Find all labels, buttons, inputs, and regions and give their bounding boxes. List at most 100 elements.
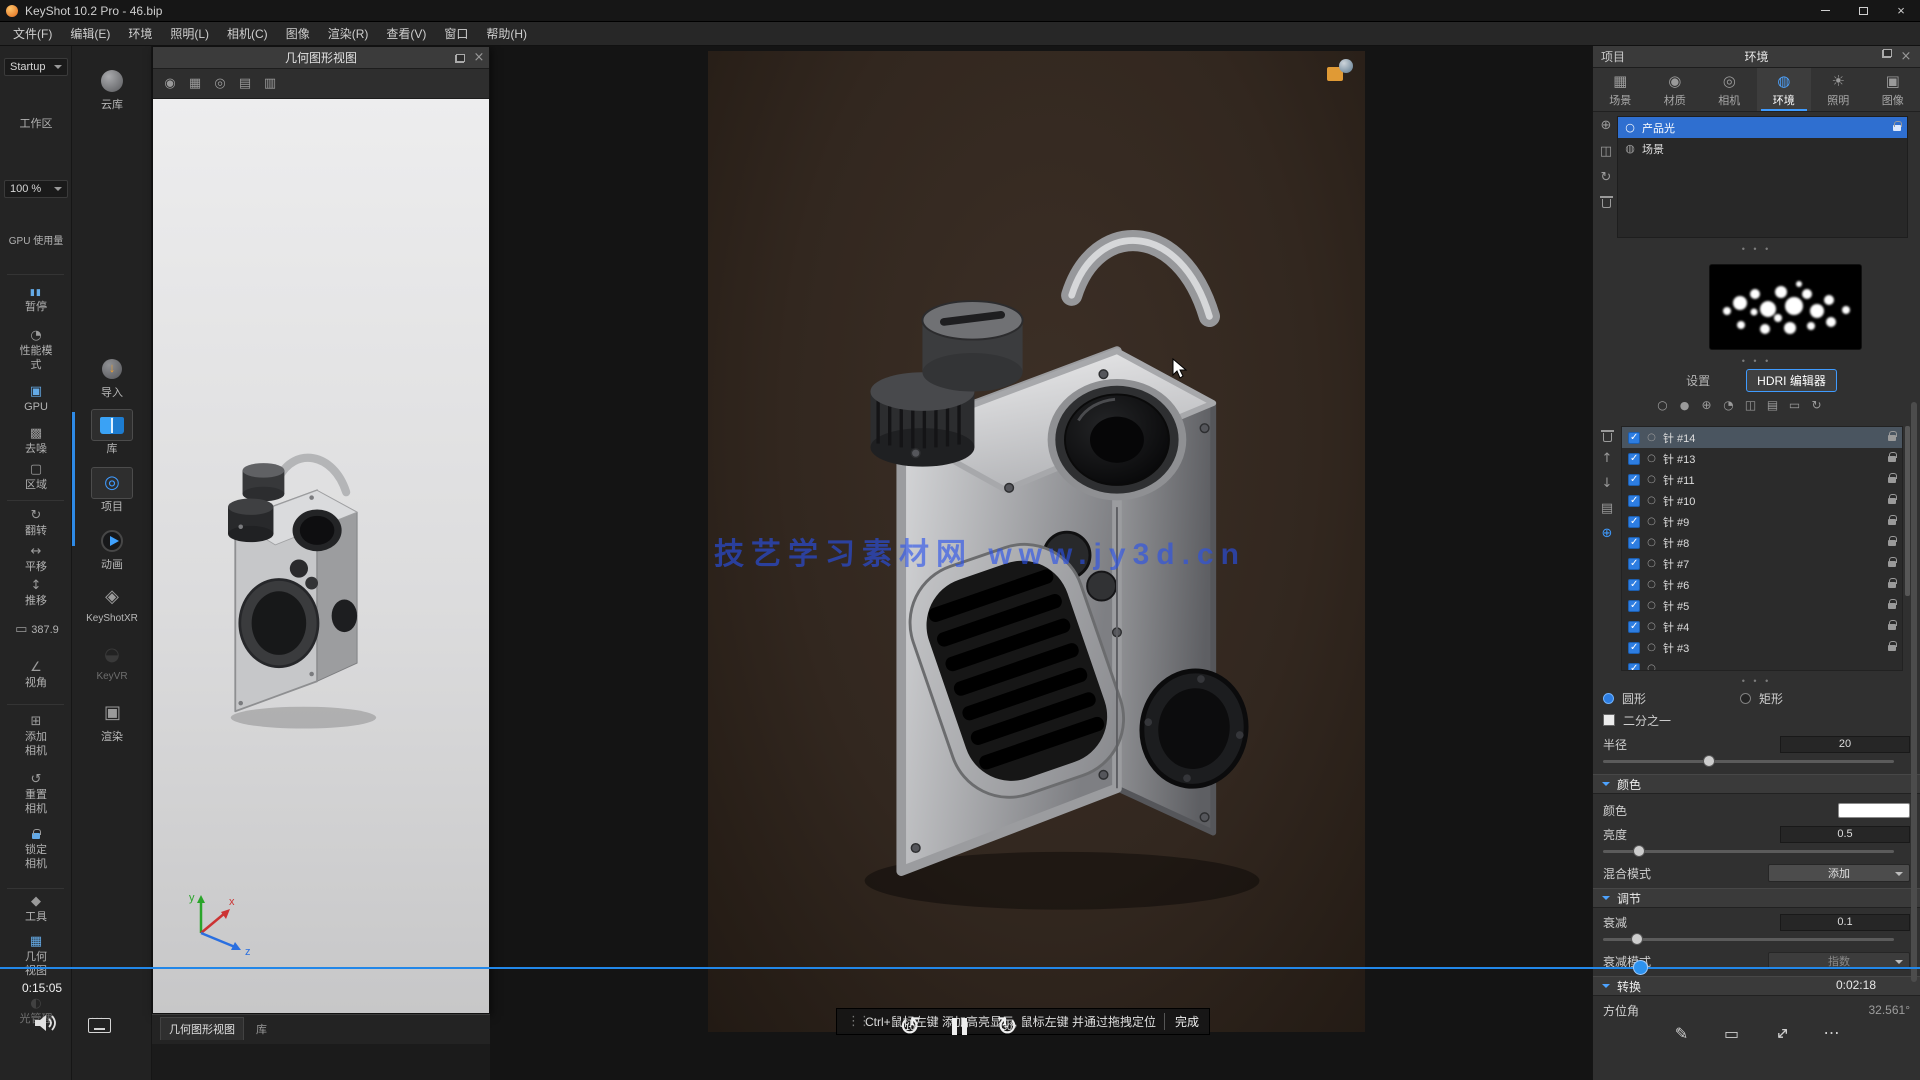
tab-image[interactable]: 图像	[1866, 68, 1920, 111]
workspace-select[interactable]: Startup	[4, 58, 68, 76]
tab-camera[interactable]: 相机	[1702, 68, 1757, 111]
tab-environment[interactable]: 环境	[1757, 68, 1812, 111]
menu-help[interactable]: 帮助(H)	[477, 22, 536, 45]
lock-camera-button[interactable]: 锁定相机	[0, 830, 72, 871]
pin-row[interactable]: 针 #5	[1622, 595, 1902, 616]
pin-row[interactable]: 针 #10	[1622, 490, 1902, 511]
add-environment-icon[interactable]	[1598, 118, 1614, 134]
menu-file[interactable]: 文件(F)	[4, 22, 61, 45]
group-icon[interactable]	[1599, 501, 1615, 517]
lock-icon[interactable]	[1888, 498, 1896, 504]
more-options-icon[interactable]	[1822, 1024, 1842, 1044]
edit-icon[interactable]	[1672, 1024, 1692, 1044]
done-button[interactable]: 完成	[1164, 1013, 1199, 1030]
pin-checkbox[interactable]	[1628, 453, 1640, 465]
pin-tool-rect-icon[interactable]	[1787, 398, 1802, 413]
menu-render[interactable]: 渲染(R)	[319, 22, 378, 45]
pin-checkbox[interactable]	[1628, 537, 1640, 549]
lock-icon[interactable]	[1888, 624, 1896, 630]
pin-row[interactable]: 针 #6	[1622, 574, 1902, 595]
minimize-button[interactable]	[1806, 0, 1844, 21]
tools-button[interactable]: 工具	[0, 894, 72, 925]
performance-mode-button[interactable]: 性能模式	[0, 328, 72, 373]
tab-hdri-editor[interactable]: HDRI 编辑器	[1746, 369, 1837, 392]
menu-edit[interactable]: 编辑(E)	[61, 22, 119, 45]
camera-icon[interactable]	[212, 76, 228, 92]
lock-icon[interactable]	[1888, 477, 1896, 483]
geometry-view-button[interactable]: 几何视图	[0, 934, 72, 979]
pin-checkbox[interactable]	[1628, 558, 1640, 570]
scene-tree-icon[interactable]	[262, 76, 278, 92]
fov-button[interactable]: 视角	[0, 660, 72, 691]
splitter-handle[interactable]	[1593, 356, 1920, 366]
render-button[interactable]: 渲染	[72, 700, 152, 744]
hdri-preview[interactable]	[1709, 264, 1862, 350]
menu-lighting[interactable]: 照明(L)	[161, 22, 218, 45]
splitter-handle[interactable]	[1593, 244, 1920, 254]
keyvr-button[interactable]: KeyVR	[72, 642, 152, 682]
timeline-handle[interactable]	[1633, 960, 1648, 975]
pin-tool-add-icon[interactable]	[1699, 398, 1714, 413]
environment-item-scene[interactable]: 场景	[1618, 138, 1907, 159]
lock-icon[interactable]	[1888, 582, 1896, 588]
pin-row[interactable]: 针 #7	[1622, 553, 1902, 574]
pin-row[interactable]: 针 #11	[1622, 469, 1902, 490]
pin-row[interactable]: 针 #9	[1622, 511, 1902, 532]
settings-icon[interactable]	[162, 76, 178, 92]
circle-radio[interactable]	[1603, 693, 1614, 704]
pin-checkbox[interactable]	[1628, 474, 1640, 486]
azimuth-value[interactable]: 32.561°	[1868, 1003, 1910, 1017]
menu-image[interactable]: 图像	[277, 22, 319, 45]
add-pin-icon[interactable]	[1599, 526, 1615, 542]
pin-tool-rotate-icon[interactable]	[1809, 398, 1824, 413]
gpu-mode-button[interactable]: GPU	[0, 384, 72, 415]
distance-field[interactable]: 387.9	[0, 622, 72, 638]
undock-icon[interactable]	[1882, 49, 1892, 58]
move-down-icon[interactable]	[1599, 476, 1615, 492]
pin-row[interactable]: 针 #8	[1622, 532, 1902, 553]
dolly-button[interactable]: 推移	[0, 578, 72, 609]
pin-checkbox[interactable]	[1628, 663, 1640, 672]
panel-scrollbar[interactable]	[1911, 402, 1917, 982]
pin-row[interactable]: 针 #14	[1622, 427, 1902, 448]
lock-icon[interactable]	[1888, 603, 1896, 609]
radius-value[interactable]: 20	[1780, 736, 1910, 753]
tab-lighting[interactable]: 照明	[1811, 68, 1866, 111]
animation-button[interactable]: 动画	[72, 528, 152, 572]
forward-button[interactable]: 30	[990, 1010, 1024, 1050]
volume-icon[interactable]	[34, 1013, 60, 1033]
pin-tool-half-icon[interactable]	[1721, 398, 1736, 413]
keyshotxr-button[interactable]: KeyShotXR	[72, 584, 152, 624]
pin-tool-copy-icon[interactable]	[1743, 398, 1758, 413]
pin-checkbox[interactable]	[1628, 579, 1640, 591]
flip-button[interactable]: 翻转	[0, 508, 72, 539]
rewind-button[interactable]: 10	[893, 1010, 927, 1050]
frame-icon[interactable]	[1722, 1024, 1742, 1044]
region-button[interactable]: 区域	[0, 462, 72, 493]
brightness-slider[interactable]	[1603, 850, 1894, 853]
lock-icon[interactable]	[1888, 519, 1896, 525]
half-checkbox[interactable]	[1603, 714, 1615, 726]
delete-pin-icon[interactable]	[1603, 433, 1612, 442]
undock-icon[interactable]	[455, 54, 465, 63]
adjust-section-header[interactable]: 调节	[1593, 888, 1920, 908]
radius-slider-knob[interactable]	[1703, 755, 1715, 767]
lock-icon[interactable]	[1888, 540, 1896, 546]
color-section-header[interactable]: 颜色	[1593, 774, 1920, 794]
pause-playback-button[interactable]	[952, 1018, 967, 1035]
geometry-canvas[interactable]: y x z	[153, 99, 489, 1013]
brightness-slider-knob[interactable]	[1633, 845, 1645, 857]
menu-window[interactable]: 窗口	[435, 22, 477, 45]
pin-checkbox[interactable]	[1628, 600, 1640, 612]
tab-library[interactable]: 库	[248, 1018, 275, 1040]
lock-icon[interactable]	[1888, 456, 1896, 462]
lock-icon[interactable]	[1888, 435, 1896, 441]
menu-view[interactable]: 查看(V)	[377, 22, 435, 45]
import-button[interactable]: 导入	[72, 356, 152, 400]
cloud-library-button[interactable]: 云库	[72, 68, 152, 112]
close-button[interactable]: ×	[1882, 0, 1920, 21]
pin-row[interactable]: 针 #3	[1622, 637, 1902, 658]
splitter-handle[interactable]	[1593, 676, 1920, 686]
denoise-button[interactable]: 去噪	[0, 426, 72, 457]
pan-button[interactable]: 平移	[0, 544, 72, 575]
